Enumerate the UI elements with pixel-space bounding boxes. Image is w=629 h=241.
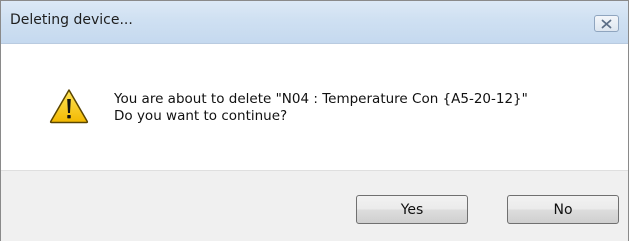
title-bar: Deleting device...	[1, 1, 628, 44]
no-button[interactable]: No	[507, 195, 619, 224]
close-button[interactable]	[594, 15, 619, 32]
close-x-icon	[601, 19, 612, 28]
confirmation-message: You are about to delete "N04 : Temperatu…	[114, 91, 528, 125]
message-line-2: Do you want to continue?	[114, 108, 288, 124]
confirm-delete-dialog: Deleting device... You are about to dele…	[0, 0, 629, 241]
dialog-content: You are about to delete "N04 : Temperatu…	[1, 44, 628, 170]
window-title: Deleting device...	[10, 12, 133, 28]
warning-icon	[49, 89, 89, 124]
message-line-1: You are about to delete "N04 : Temperatu…	[114, 91, 528, 107]
yes-button[interactable]: Yes	[356, 195, 468, 224]
button-bar: Yes No	[1, 170, 628, 241]
